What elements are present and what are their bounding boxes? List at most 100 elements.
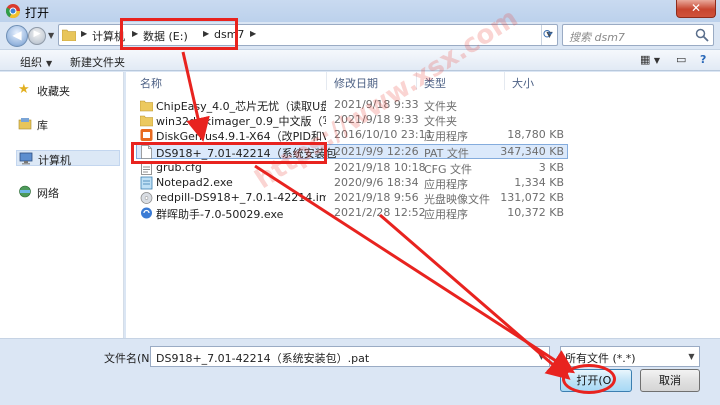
file-icon	[141, 145, 152, 159]
chrome-icon	[5, 4, 21, 19]
new-folder-button[interactable]: 新建文件夹	[70, 54, 125, 70]
filename-value: DS918+_7.01-42214（系统安装包）.pat	[156, 352, 370, 365]
file-name: Notepad2.exe	[156, 176, 233, 189]
file-type: 应用程序	[424, 178, 468, 191]
file-date: 2021/9/18 9:33	[334, 113, 419, 126]
library-icon	[18, 118, 32, 130]
file-row[interactable]: redpill-DS918+_7.0.1-42214.img 2021/9/18…	[126, 191, 720, 206]
notepad-icon	[140, 176, 153, 190]
file-size: 3 KB	[538, 161, 564, 174]
file-type: 应用程序	[424, 130, 468, 143]
file-size: 347,340 KB	[500, 145, 564, 158]
column-divider[interactable]	[504, 72, 505, 90]
forward-button[interactable]: ▶	[28, 27, 46, 45]
search-icon	[695, 28, 709, 42]
folder-icon	[62, 29, 76, 41]
assistant-app-icon	[141, 207, 152, 219]
column-header-size[interactable]: 大小	[512, 75, 534, 91]
breadcrumb-computer[interactable]: 计算机	[92, 28, 125, 44]
breadcrumb-drive-e[interactable]: 数据 (E:)	[143, 28, 188, 44]
folder-icon	[140, 115, 153, 127]
open-file-dialog: 打开 ✕ ◀ ▶ ▼ ▶ 计算机 ▶ 数据 (E:) ▶ dsm7 ▶ ▼ ⟳ …	[0, 0, 720, 405]
file-date: 2016/10/10 23:11	[334, 128, 433, 141]
chevron-right-icon[interactable]: ▶	[250, 29, 256, 38]
file-row-selected[interactable]: DS918+_7.01-42214（系统安装包）.pat 2021/9/9 12…	[136, 144, 568, 160]
chevron-right-icon[interactable]: ▶	[203, 29, 209, 38]
column-divider[interactable]	[326, 72, 327, 90]
file-size: 10,372 KB	[507, 206, 564, 219]
preview-pane-icon[interactable]: ▭	[676, 53, 686, 66]
nav-item-label: 收藏夹	[37, 85, 70, 98]
nav-item-label: 计算机	[38, 154, 71, 167]
computer-icon	[19, 152, 33, 165]
chevron-right-icon[interactable]: ▶	[132, 29, 138, 38]
file-name: ChipEasy_4.0_芯片无忧（读取U盘PID和...	[156, 100, 326, 113]
file-name: grub.cfg	[156, 161, 202, 174]
window-title: 打开	[25, 6, 50, 20]
navigation-pane: ★ 收藏夹 库 计算机 网络	[0, 72, 124, 338]
file-type: CFG 文件	[424, 163, 473, 176]
column-header-date[interactable]: 修改日期	[334, 75, 378, 91]
star-icon: ★	[18, 82, 30, 97]
file-row[interactable]: DiskGenius4.9.1-X64（改PID和VID、... 2016/10…	[126, 128, 720, 143]
file-date: 2021/9/18 10:18	[334, 161, 426, 174]
filetype-select[interactable]: 所有文件 (*.*) ▼	[560, 346, 700, 367]
title-bar: 打开 ✕	[0, 0, 720, 22]
column-header-name[interactable]: 名称	[140, 75, 162, 91]
file-size: 131,072 KB	[500, 191, 564, 204]
help-icon[interactable]: ?	[700, 53, 706, 66]
command-bar: 组织 ▼ 新建文件夹 ▦ ▼ ▭ ?	[0, 49, 720, 71]
file-name: 群晖助手-7.0-50029.exe	[156, 208, 284, 221]
file-row[interactable]: Notepad2.exe 2020/9/6 18:34 应用程序 1,334 K…	[126, 176, 720, 191]
nav-item-label: 网络	[37, 187, 59, 200]
network-icon	[19, 185, 31, 198]
organize-menu[interactable]: 组织 ▼	[20, 54, 52, 70]
back-button[interactable]: ◀	[6, 25, 28, 47]
breadcrumb-dsm7[interactable]: dsm7	[214, 28, 244, 41]
file-type: 文件夹	[424, 115, 457, 128]
file-name: DS918+_7.01-42214（系统安装包）.pat	[156, 147, 336, 160]
view-options-icon[interactable]: ▦ ▼	[640, 53, 660, 66]
chevron-right-icon: ▶	[81, 29, 88, 38]
filename-input[interactable]: DS918+_7.01-42214（系统安装包）.pat ▼	[150, 346, 550, 367]
file-size: 18,780 KB	[507, 128, 564, 141]
config-file-icon	[141, 161, 152, 175]
search-box[interactable]: 搜索 dsm7	[562, 24, 714, 46]
file-date: 2020/9/6 18:34	[334, 176, 419, 189]
file-name: redpill-DS918+_7.0.1-42214.img	[156, 191, 326, 204]
folder-icon	[140, 100, 153, 112]
app-icon	[140, 129, 153, 141]
chevron-down-icon[interactable]: ▼	[534, 347, 549, 366]
file-size: 1,334 KB	[514, 176, 564, 189]
file-list: 名称 修改日期 类型 大小 ChipEasy_4.0_芯片无忧（读取U盘PID和…	[126, 72, 720, 338]
file-row[interactable]: grub.cfg 2021/9/18 10:18 CFG 文件 3 KB	[126, 161, 720, 176]
nav-item-computer[interactable]: 计算机	[16, 150, 120, 167]
dialog-footer: 文件名(N): DS918+_7.01-42214（系统安装包）.pat ▼ 所…	[0, 338, 720, 405]
arrow-left-icon: ◀	[12, 28, 22, 42]
file-type: 光盘映像文件	[424, 193, 490, 206]
file-row[interactable]: ChipEasy_4.0_芯片无忧（读取U盘PID和... 2021/9/18 …	[126, 98, 720, 113]
file-row[interactable]: 群晖助手-7.0-50029.exe 2021/2/28 12:52 应用程序 …	[126, 206, 720, 221]
column-header-type[interactable]: 类型	[424, 75, 446, 91]
file-date: 2021/9/9 12:26	[334, 145, 419, 158]
address-bar[interactable]: ▶ 计算机 ▶ 数据 (E:) ▶ dsm7 ▶ ▼	[58, 24, 558, 46]
recent-locations-dropdown[interactable]: ▼	[48, 31, 54, 40]
nav-item-label: 库	[37, 119, 48, 132]
open-button[interactable]: 打开(O)	[560, 369, 632, 392]
file-type: 应用程序	[424, 208, 468, 221]
filetype-value: 所有文件 (*.*)	[565, 352, 636, 365]
column-divider[interactable]	[416, 72, 417, 90]
file-row[interactable]: win32diskimager_0.9_中文版（写群晖... 2021/9/18…	[126, 113, 720, 128]
close-button[interactable]: ✕	[676, 0, 716, 18]
close-icon: ✕	[690, 1, 702, 15]
cancel-button[interactable]: 取消	[640, 369, 700, 392]
file-name: win32diskimager_0.9_中文版（写群晖...	[156, 115, 326, 128]
refresh-icon: ⟳	[542, 27, 554, 41]
file-type: PAT 文件	[424, 147, 469, 160]
file-type: 文件夹	[424, 100, 457, 113]
file-date: 2021/9/18 9:33	[334, 98, 419, 111]
organize-label: 组织	[20, 56, 42, 69]
disc-image-icon	[140, 192, 153, 204]
file-name: DiskGenius4.9.1-X64（改PID和VID、...	[156, 130, 326, 143]
refresh-button[interactable]: ⟳	[538, 24, 558, 46]
